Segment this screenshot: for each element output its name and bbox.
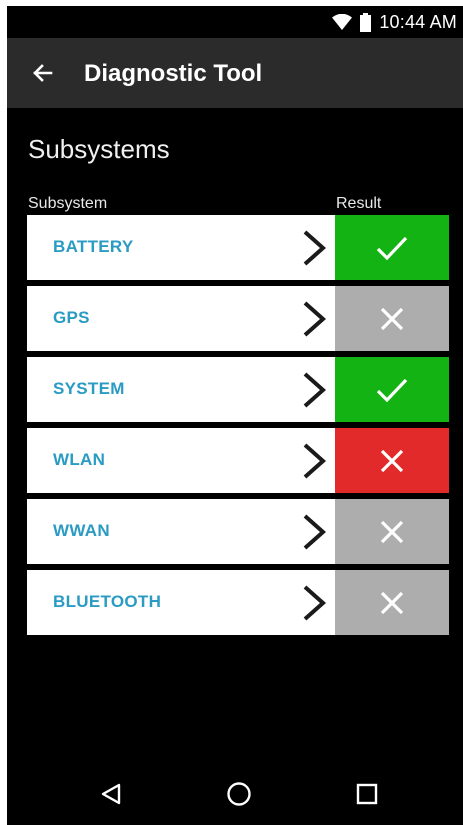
app-bar: Diagnostic Tool xyxy=(7,38,463,108)
subsystem-row-system[interactable]: SYSTEM xyxy=(27,357,449,422)
subsystem-label: GPS xyxy=(53,308,90,327)
checkmark-icon xyxy=(376,236,408,260)
row-main: BATTERY xyxy=(27,215,335,280)
status-icons: 10:44 AM xyxy=(332,11,457,33)
row-main: WWAN xyxy=(27,499,335,564)
nav-home-button[interactable] xyxy=(224,779,254,809)
row-main: SYSTEM xyxy=(27,357,335,422)
subsystem-row-battery[interactable]: BATTERY xyxy=(27,215,449,280)
subsystem-label: BATTERY xyxy=(53,237,134,256)
result-not-run xyxy=(335,499,449,564)
chevron-right-icon xyxy=(303,443,327,479)
chevron-right-icon xyxy=(303,230,327,266)
nav-back-icon xyxy=(101,783,121,805)
cross-icon xyxy=(380,591,404,614)
result-fail xyxy=(335,428,449,493)
cross-icon xyxy=(380,449,404,472)
row-main: GPS xyxy=(27,286,335,351)
column-header-subsystem: Subsystem xyxy=(28,195,108,212)
section-title: Subsystems xyxy=(28,134,170,164)
chevron-right-icon xyxy=(303,301,327,337)
nav-back-button[interactable] xyxy=(96,779,126,809)
subsystem-label: WLAN xyxy=(53,450,106,469)
subsystem-row-bluetooth[interactable]: BLUETOOTH xyxy=(27,570,449,635)
chevron-right-icon xyxy=(303,514,327,550)
arrow-left-icon xyxy=(33,64,53,82)
chevron-right-icon xyxy=(303,372,327,408)
nav-home-icon xyxy=(227,782,251,806)
subsystem-row-wwan[interactable]: WWAN xyxy=(27,499,449,564)
status-bar: 10:44 AM xyxy=(7,6,463,38)
result-pass xyxy=(335,357,449,422)
column-header-result: Result xyxy=(336,195,382,212)
subsystem-row-wlan[interactable]: WLAN xyxy=(27,428,449,493)
nav-recents-icon xyxy=(356,783,378,805)
device-screen: 10:44 AM Diagnostic Tool Subsystems Subs… xyxy=(7,6,463,825)
result-not-run xyxy=(335,570,449,635)
back-button[interactable] xyxy=(25,55,61,91)
subsystem-label: WWAN xyxy=(53,521,110,540)
row-main: WLAN xyxy=(27,428,335,493)
battery-icon xyxy=(360,12,372,32)
app-title: Diagnostic Tool xyxy=(84,60,263,87)
status-time: 10:44 AM xyxy=(379,11,457,32)
cross-icon xyxy=(380,307,404,330)
subsystem-list: BATTERY GPS SYSTEM WLAN WWAN BLUETOOTH xyxy=(27,215,449,641)
navigation-bar xyxy=(7,761,463,825)
wifi-icon xyxy=(332,14,353,30)
cross-icon xyxy=(380,520,404,543)
subsystem-label: SYSTEM xyxy=(53,379,125,398)
result-pass xyxy=(335,215,449,280)
chevron-right-icon xyxy=(303,585,327,621)
row-main: BLUETOOTH xyxy=(27,570,335,635)
nav-recents-button[interactable] xyxy=(352,779,382,809)
subsystem-label: BLUETOOTH xyxy=(53,592,162,611)
result-not-run xyxy=(335,286,449,351)
subsystem-row-gps[interactable]: GPS xyxy=(27,286,449,351)
checkmark-icon xyxy=(376,378,408,402)
